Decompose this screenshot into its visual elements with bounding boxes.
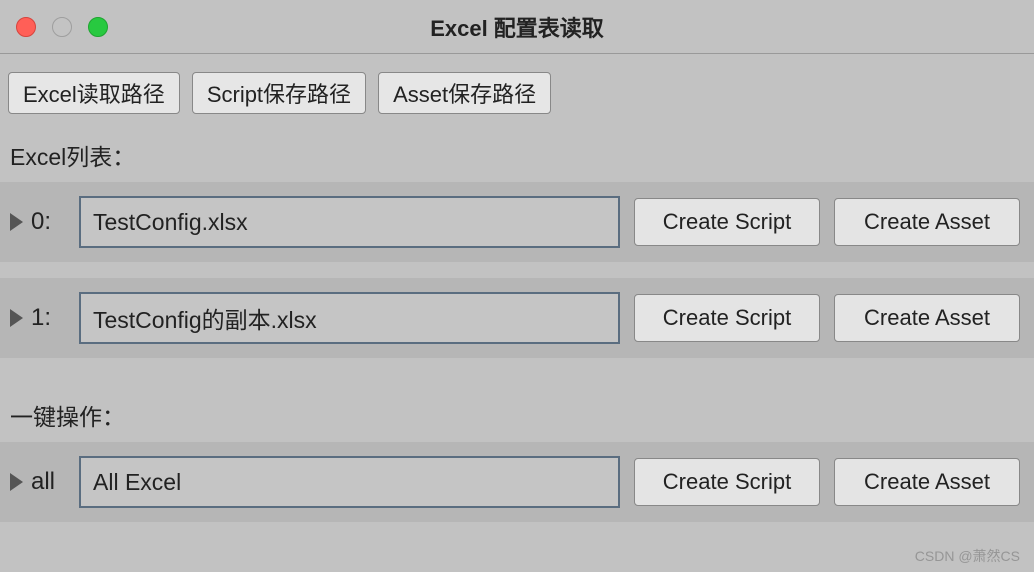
row-index-label: 1: — [31, 304, 65, 332]
row-index-label: 0: — [31, 208, 65, 236]
close-icon[interactable] — [16, 17, 36, 37]
batch-row: all Create Script Create Asset — [0, 442, 1034, 522]
top-button-bar: Excel读取路径 Script保存路径 Asset保存路径 — [0, 54, 1034, 114]
create-script-button[interactable]: Create Script — [634, 294, 820, 342]
foldout-toggle[interactable]: 1: — [10, 304, 65, 332]
chevron-right-icon — [10, 473, 23, 491]
filename-field[interactable] — [79, 456, 620, 508]
list-item: 0: Create Script Create Asset — [0, 182, 1034, 262]
create-script-button[interactable]: Create Script — [634, 198, 820, 246]
excel-path-button[interactable]: Excel读取路径 — [8, 72, 180, 114]
batch-label: 一键操作： — [0, 374, 1034, 442]
excel-list-label: Excel列表： — [0, 114, 1034, 182]
window-title: Excel 配置表读取 — [430, 11, 604, 43]
create-asset-button[interactable]: Create Asset — [834, 294, 1020, 342]
chevron-right-icon — [10, 309, 23, 327]
filename-field[interactable] — [79, 292, 620, 344]
filename-field[interactable] — [79, 196, 620, 248]
chevron-right-icon — [10, 213, 23, 231]
row-all-label: all — [31, 468, 65, 496]
create-script-all-button[interactable]: Create Script — [634, 458, 820, 506]
maximize-icon[interactable] — [88, 17, 108, 37]
traffic-lights — [0, 17, 108, 37]
title-bar: Excel 配置表读取 — [0, 0, 1034, 54]
minimize-icon[interactable] — [52, 17, 72, 37]
watermark: CSDN @萧然CS — [915, 546, 1020, 566]
asset-path-button[interactable]: Asset保存路径 — [378, 72, 551, 114]
create-asset-button[interactable]: Create Asset — [834, 198, 1020, 246]
script-path-button[interactable]: Script保存路径 — [192, 72, 366, 114]
list-item: 1: Create Script Create Asset — [0, 278, 1034, 358]
create-asset-all-button[interactable]: Create Asset — [834, 458, 1020, 506]
foldout-toggle[interactable]: all — [10, 468, 65, 496]
foldout-toggle[interactable]: 0: — [10, 208, 65, 236]
